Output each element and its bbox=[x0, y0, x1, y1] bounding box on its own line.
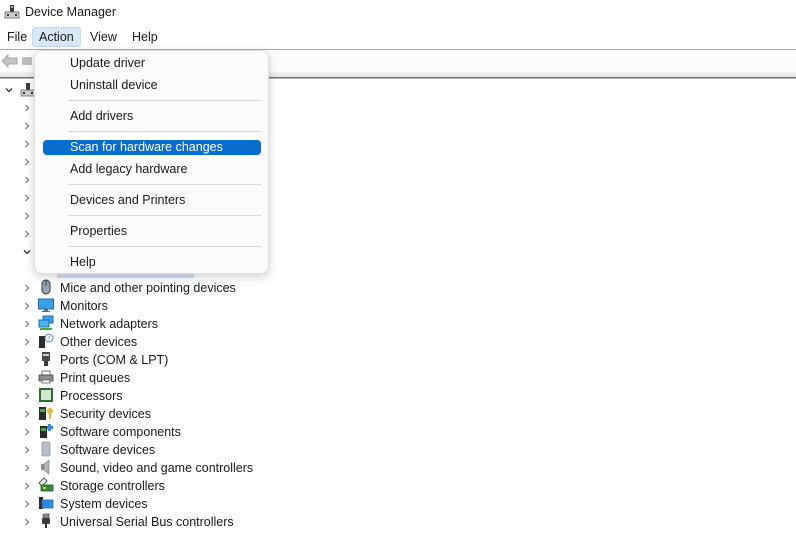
selected-device-highlight[interactable] bbox=[57, 274, 194, 278]
chevron-right-icon[interactable] bbox=[21, 498, 33, 510]
action-menu: Update driver Uninstall device Add drive… bbox=[34, 50, 269, 274]
mouse-icon bbox=[41, 279, 51, 295]
processor-icon bbox=[39, 388, 53, 402]
tree-item-label[interactable]: Software devices bbox=[60, 441, 155, 459]
device-manager-icon bbox=[4, 5, 20, 19]
chevron-right-icon[interactable] bbox=[21, 228, 33, 240]
title-bar: Device Manager bbox=[0, 0, 796, 26]
system-device-icon bbox=[39, 497, 54, 509]
tree-item-label[interactable]: Network adapters bbox=[60, 315, 158, 333]
chevron-right-icon[interactable] bbox=[21, 210, 33, 222]
menu-item-properties[interactable]: Properties bbox=[43, 223, 261, 239]
tree-item-label[interactable]: System devices bbox=[60, 495, 148, 513]
chevron-down-icon[interactable] bbox=[21, 246, 33, 258]
menu-separator bbox=[68, 184, 261, 185]
port-icon bbox=[42, 352, 50, 366]
software-component-icon bbox=[40, 424, 53, 438]
network-adapter-icon bbox=[38, 315, 54, 330]
software-device-icon bbox=[41, 441, 51, 457]
chevron-right-icon[interactable] bbox=[21, 318, 33, 330]
tree-item-label[interactable]: Ports (COM & LPT) bbox=[60, 351, 168, 369]
forward-icon[interactable] bbox=[22, 57, 32, 65]
chevron-right-icon[interactable] bbox=[21, 372, 33, 384]
storage-controller-icon bbox=[38, 477, 54, 492]
security-key-icon bbox=[39, 407, 53, 420]
chevron-right-icon[interactable] bbox=[21, 282, 33, 294]
menu-help[interactable]: Help bbox=[126, 27, 164, 47]
back-arrow-icon[interactable] bbox=[1, 54, 19, 68]
chevron-right-icon[interactable] bbox=[21, 462, 33, 474]
chevron-right-icon[interactable] bbox=[21, 120, 33, 132]
menu-item-uninstall-device[interactable]: Uninstall device bbox=[43, 77, 261, 93]
unknown-device-icon: ? bbox=[39, 333, 54, 348]
tree-item-label[interactable]: Storage controllers bbox=[60, 477, 165, 495]
chevron-right-icon[interactable] bbox=[21, 336, 33, 348]
chevron-right-icon[interactable] bbox=[21, 138, 33, 150]
menu-item-add-legacy-hardware[interactable]: Add legacy hardware bbox=[43, 161, 261, 177]
menu-file[interactable]: File bbox=[1, 27, 33, 47]
svg-text:?: ? bbox=[47, 336, 50, 343]
menu-item-help[interactable]: Help bbox=[43, 254, 261, 270]
chevron-down-icon[interactable] bbox=[3, 84, 15, 96]
menu-action[interactable]: Action bbox=[32, 27, 81, 47]
menu-view[interactable]: View bbox=[84, 27, 123, 47]
chevron-right-icon[interactable] bbox=[21, 480, 33, 492]
menu-item-add-drivers[interactable]: Add drivers bbox=[43, 108, 261, 124]
usb-icon bbox=[42, 513, 50, 528]
chevron-right-icon[interactable] bbox=[21, 156, 33, 168]
speaker-icon bbox=[41, 459, 50, 475]
menu-item-devices-and-printers[interactable]: Devices and Printers bbox=[43, 192, 261, 208]
menu-item-update-driver[interactable]: Update driver bbox=[43, 55, 261, 71]
tree-item-label[interactable]: Other devices bbox=[60, 333, 137, 351]
tree-item-label[interactable]: Sound, video and game controllers bbox=[60, 459, 253, 477]
chevron-right-icon[interactable] bbox=[21, 390, 33, 402]
tree-item-label[interactable]: Monitors bbox=[60, 297, 108, 315]
menu-separator bbox=[68, 131, 261, 132]
tree-item-label[interactable]: Security devices bbox=[60, 405, 151, 423]
tree-item-label[interactable]: Software components bbox=[60, 423, 181, 441]
chevron-right-icon[interactable] bbox=[21, 102, 33, 114]
chevron-right-icon[interactable] bbox=[21, 426, 33, 438]
chevron-right-icon[interactable] bbox=[21, 444, 33, 456]
chevron-right-icon[interactable] bbox=[21, 354, 33, 366]
chevron-right-icon[interactable] bbox=[21, 192, 33, 204]
chevron-right-icon[interactable] bbox=[21, 408, 33, 420]
chevron-right-icon[interactable] bbox=[21, 516, 33, 528]
tree-item-label[interactable]: Mice and other pointing devices bbox=[60, 279, 236, 297]
monitor-icon bbox=[38, 298, 54, 312]
window-title: Device Manager bbox=[25, 5, 117, 19]
tree-item-label[interactable]: Processors bbox=[60, 387, 123, 405]
menu-separator bbox=[68, 246, 261, 247]
printer-icon bbox=[38, 370, 54, 384]
menu-item-scan-hardware-changes[interactable]: Scan for hardware changes bbox=[43, 140, 261, 155]
tree-item-label[interactable]: Universal Serial Bus controllers bbox=[60, 513, 234, 531]
menu-separator bbox=[68, 215, 261, 216]
chevron-right-icon[interactable] bbox=[21, 174, 33, 186]
tree-item-label[interactable]: Print queues bbox=[60, 369, 130, 387]
menu-separator bbox=[68, 100, 261, 101]
chevron-right-icon[interactable] bbox=[21, 300, 33, 312]
menu-bar: File Action View Help bbox=[0, 26, 796, 48]
